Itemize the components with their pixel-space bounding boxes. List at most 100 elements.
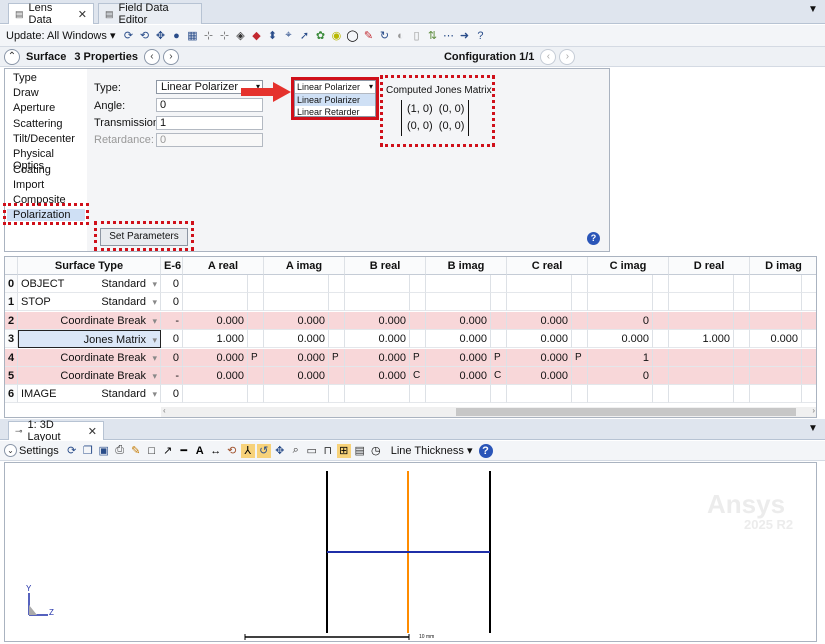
solve-cell[interactable] [491, 311, 507, 330]
page-icon[interactable]: ▯ [409, 29, 423, 43]
value-cell[interactable]: 0.000 [183, 367, 248, 385]
solve-cell[interactable] [329, 275, 345, 293]
solve-cell[interactable] [653, 348, 669, 367]
surface-type-cell[interactable]: Jones Matrix ▾ [18, 330, 161, 349]
forward-icon[interactable]: ➜ [457, 29, 471, 43]
transmission-field[interactable]: 1 [156, 116, 263, 130]
solve-cell[interactable] [572, 311, 588, 330]
solve-cell[interactable] [802, 275, 816, 293]
redo-icon[interactable]: ↻ [377, 29, 391, 43]
solve-cell[interactable]: P [572, 348, 588, 367]
leaf-icon[interactable]: ✿ [313, 29, 327, 43]
value-cell[interactable]: 1 [588, 348, 653, 367]
arrow-icon[interactable]: ➚ [297, 29, 311, 43]
chevron-down-icon[interactable]: ▾ [152, 385, 157, 402]
value-cell[interactable]: 0.000 [345, 311, 410, 330]
value-cell[interactable] [669, 293, 734, 312]
solve-cell[interactable] [248, 311, 264, 330]
sidebar-item-coating[interactable]: Coating [13, 164, 51, 176]
circle-icon[interactable]: ◯ [345, 29, 359, 43]
solve-cell[interactable] [491, 275, 507, 293]
value-cell[interactable] [183, 275, 248, 293]
value-cell[interactable] [426, 385, 491, 404]
pan-icon[interactable]: ✥ [273, 444, 287, 458]
rotate-view-icon[interactable]: ↺ [256, 443, 271, 458]
prev-surface-button[interactable]: ‹ [143, 48, 160, 65]
solve-cell[interactable] [410, 330, 426, 349]
row-number[interactable]: 3 [5, 330, 18, 349]
chevron-down-icon[interactable]: ▾ [152, 349, 157, 366]
chevron-down-icon[interactable]: ▾ [152, 367, 157, 384]
axes-icon[interactable]: ⅄ [240, 443, 255, 458]
layout-viewport[interactable]: 10 mm Y Z Ansys 2025 R2 [4, 462, 817, 642]
solve-cell[interactable] [802, 367, 816, 385]
table-row[interactable]: 6 IMAGE Standard ▾ 0 [5, 385, 816, 404]
prev-config-button[interactable]: ‹ [540, 48, 557, 65]
table-row[interactable]: 5 Coordinate Break ▾ -0.000 0.000 0.000 C 0.000… [5, 367, 816, 385]
value-cell[interactable] [264, 293, 329, 312]
close-icon[interactable]: ✕ [78, 8, 87, 21]
window-icon[interactable]: ▤ [353, 444, 367, 458]
value-cell[interactable] [345, 385, 410, 404]
value-cell[interactable]: 1.000 [183, 330, 248, 349]
table-row[interactable]: 0 OBJECT Standard ▾ 0 [5, 275, 816, 293]
value-cell[interactable]: 0.000 [507, 367, 572, 385]
e6-cell[interactable]: 0 [161, 385, 183, 404]
value-cell[interactable]: 0.000 [588, 330, 653, 349]
camera-icon[interactable]: ▭ [305, 444, 319, 458]
value-cell[interactable] [750, 311, 802, 330]
column-header[interactable]: B real [345, 257, 426, 275]
value-cell[interactable]: 0.000 [183, 348, 248, 367]
cube-icon[interactable]: ◈ [233, 29, 247, 43]
solve-cell[interactable] [653, 275, 669, 293]
dimension-icon[interactable]: ↔ [209, 444, 223, 458]
column-header[interactable]: B imag [426, 257, 507, 275]
solve-cell[interactable] [653, 385, 669, 404]
print-icon[interactable]: ⎙ [113, 444, 127, 458]
solve-cell[interactable]: P [248, 348, 264, 367]
help-icon[interactable]: ? [473, 29, 487, 43]
settings-button[interactable]: Settings [19, 445, 59, 457]
clock-icon[interactable]: ◷ [369, 444, 383, 458]
value-cell[interactable]: 0.000 [426, 330, 491, 349]
solve-cell[interactable] [734, 330, 750, 349]
value-cell[interactable] [507, 385, 572, 404]
solve-cell[interactable] [653, 293, 669, 312]
fit-icon[interactable]: ⊞ [336, 443, 351, 458]
help-icon[interactable]: ? [478, 443, 493, 458]
value-cell[interactable] [669, 311, 734, 330]
value-cell[interactable]: 0.000 [264, 348, 329, 367]
tab-field-data-editor[interactable]: ▤ Field Data Editor [98, 2, 202, 26]
surface-type-cell[interactable]: IMAGE Standard ▾ [18, 385, 161, 404]
value-cell[interactable] [588, 385, 653, 404]
row-number[interactable]: 0 [5, 275, 18, 293]
value-cell[interactable] [750, 385, 802, 404]
value-cell[interactable] [669, 348, 734, 367]
sidebar-item-aperture[interactable]: Aperture [13, 102, 55, 114]
refresh-icon[interactable]: ⟳ [65, 444, 79, 458]
rectangle-icon[interactable]: □ [145, 444, 159, 458]
row-number[interactable]: 1 [5, 293, 18, 312]
toggle-icon[interactable]: ◐ [393, 29, 407, 43]
solve-cell[interactable] [491, 330, 507, 349]
ray-icon[interactable]: ⊹ [217, 29, 231, 43]
solve-cell[interactable] [248, 275, 264, 293]
rotate-icon[interactable]: ⟲ [225, 444, 239, 458]
value-cell[interactable] [669, 367, 734, 385]
solve-cell[interactable] [410, 311, 426, 330]
value-cell[interactable]: 0.000 [426, 311, 491, 330]
solve-cell[interactable] [572, 385, 588, 404]
lock-icon[interactable]: ⊓ [321, 444, 335, 458]
solve-cell[interactable] [802, 330, 816, 349]
value-cell[interactable] [750, 367, 802, 385]
value-cell[interactable] [264, 385, 329, 404]
pen-icon[interactable]: ✎ [361, 29, 375, 43]
value-cell[interactable] [345, 275, 410, 293]
close-icon[interactable]: ✕ [88, 425, 97, 438]
solve-cell[interactable]: P [329, 348, 345, 367]
column-header[interactable]: E-6 [161, 257, 183, 275]
surface-type-cell[interactable]: STOP Standard ▾ [18, 293, 161, 312]
next-surface-button[interactable]: › [162, 48, 179, 65]
sidebar-item-tilt-decenter[interactable]: Tilt/Decenter [13, 133, 75, 145]
e6-cell[interactable]: 0 [161, 275, 183, 293]
